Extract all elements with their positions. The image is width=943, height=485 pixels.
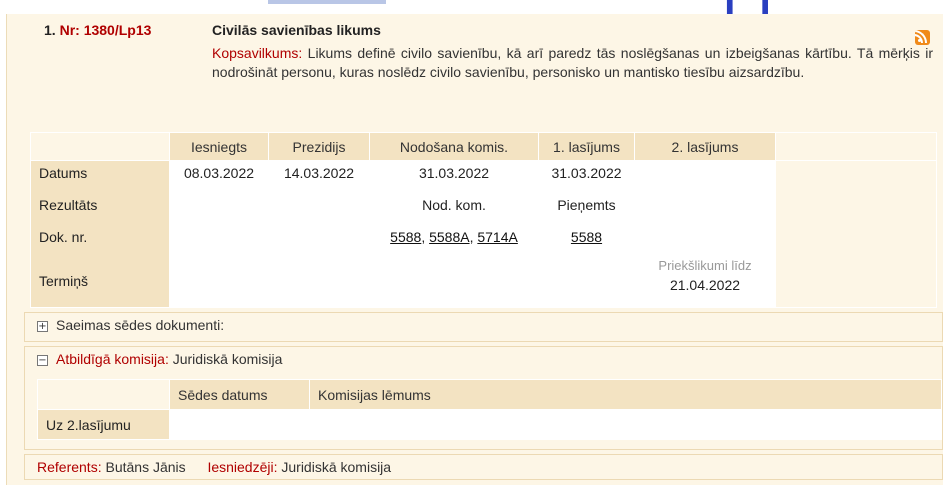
referents-label: Referents: — [37, 459, 102, 475]
komisija-header-lemums: Komisijas lēmums — [309, 379, 942, 410]
dok-nr-lasijums1: 5588 — [539, 225, 634, 249]
stage-header-nodosana: Nodošana komis. — [369, 132, 539, 161]
komisija-cell-datums — [169, 409, 310, 440]
komisija-panel: − Atbildīgā komisija: Juridiskā komisija … — [24, 346, 943, 450]
bill-number: 1. Nr: 1380/Lp13 — [44, 22, 151, 38]
expand-toggle-icon[interactable]: + — [37, 320, 48, 332]
datums-iesniegts: 08.03.2022 — [183, 165, 255, 181]
stage-header-lasijums2: 2. lasījums — [634, 132, 776, 161]
rezultats-nodosana: Nod. kom. — [422, 197, 486, 213]
datums-nodosana: 31.03.2022 — [418, 165, 490, 181]
bill-stages-table: Iesniegts Prezidijs Nodošana komis. 1. l… — [30, 132, 937, 308]
stage-header-lasijums1: 1. lasījums — [538, 132, 635, 161]
stage-col-lasijums2: Priekšlikumi līdz 21.04.2022 — [634, 160, 776, 308]
iesniedzeji-value: Juridiskā komisija — [281, 459, 392, 475]
summary-label: Kopsavilkums: — [212, 45, 303, 61]
row-label-rezultats: Rezultāts — [39, 197, 98, 213]
dok-nr-nodosana: 5588, 5588A, 5714A — [390, 229, 518, 245]
komisija-table: Sēdes datums Komisijas lēmums Uz 2.lasīj… — [37, 379, 942, 440]
komisija-header-datums: Sēdes datums — [169, 379, 310, 410]
termins-date: 21.04.2022 — [669, 277, 741, 293]
dok-link-lasijums1[interactable]: 5588 — [571, 229, 602, 245]
stages-filler — [775, 132, 937, 161]
bill-summary: Kopsavilkums: Likums definē civilo savie… — [212, 44, 933, 82]
footer-bar: Referents: Butāns Jānis Iesniedzēji: Jur… — [24, 454, 943, 480]
top-link-underline — [268, 0, 386, 4]
stages-filler-cell — [775, 160, 937, 308]
saeimas-title: + Saeimas sēdes dokumenti: — [37, 317, 224, 333]
komisija-cell-lemums — [309, 409, 942, 440]
stage-header-iesniegts: Iesniegts — [169, 132, 269, 161]
dok-link-5588[interactable]: 5588 — [390, 229, 421, 245]
row-label-dok-nr: Dok. nr. — [39, 229, 88, 245]
stage-col-iesniegts: 08.03.2022 — [169, 160, 269, 308]
stage-header-prezidijs: Prezidijs — [268, 132, 370, 161]
bill-index: 1. — [44, 22, 56, 38]
stage-col-prezidijs: 14.03.2022 — [268, 160, 370, 308]
termins-label: Priekšlikumi līdz — [658, 258, 752, 273]
bill-nr-link[interactable]: Nr: 1380/Lp13 — [60, 22, 152, 38]
datums-prezidijs: 14.03.2022 — [283, 165, 355, 181]
stages-corner — [30, 132, 170, 161]
komisija-title: − Atbildīgā komisija: Juridiskā komisija — [37, 351, 282, 367]
stage-col-nodosana: 31.03.2022 Nod. kom. 5588, 5588A, 5714A — [369, 160, 539, 308]
komisija-label: Atbildīgā komisija: — [56, 351, 169, 367]
stage-row-labels: Datums Rezultāts Dok. nr. Termiņš — [30, 160, 170, 308]
stage-col-lasijums1: 31.03.2022 Pieņemts 5588 — [538, 160, 635, 308]
saeimas-panel: + Saeimas sēdes dokumenti: — [24, 312, 943, 342]
referents-value: Butāns Jānis — [105, 459, 186, 475]
iesniedzeji-label: Iesniedzēji: — [207, 459, 278, 475]
komisija-corner — [37, 379, 170, 410]
rezultats-lasijums1: Pieņemts — [557, 197, 616, 213]
komisija-value: Juridiskā komisija — [172, 351, 283, 367]
collapse-toggle-icon[interactable]: − — [37, 354, 48, 366]
saeimas-label: Saeimas sēdes dokumenti: — [56, 317, 225, 333]
top-strip: [ ] — [0, 0, 943, 26]
row-label-datums: Datums — [39, 165, 88, 181]
dok-link-5714a[interactable]: 5714A — [477, 229, 517, 245]
dok-link-5588a[interactable]: 5588A — [429, 229, 469, 245]
bill-title: Civilās savienības likums — [212, 22, 381, 38]
row-label-termins: Termiņš — [39, 273, 89, 289]
datums-lasijums1: 31.03.2022 — [551, 165, 622, 181]
komisija-row-label: Uz 2.lasījumu — [37, 409, 170, 440]
rss-feed-icon[interactable] — [915, 30, 930, 45]
summary-text: Likums definē civilo savienību, kā arī p… — [212, 45, 933, 80]
